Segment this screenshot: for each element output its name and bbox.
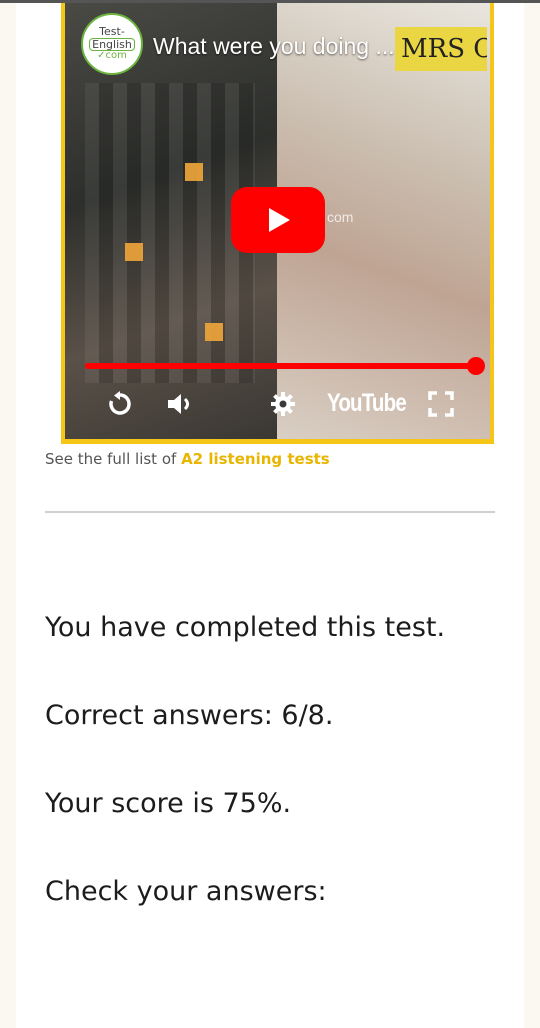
settings-icon — [271, 392, 295, 416]
volume-icon — [168, 394, 189, 414]
fullscreen-icon — [428, 391, 454, 417]
full-list-text: See the full list of A2 listening tests — [45, 450, 330, 468]
video-title[interactable]: What were you doing ... — [153, 33, 395, 60]
check-answers-heading: Check your answers: — [45, 876, 327, 907]
progress-handle[interactable] — [467, 357, 485, 375]
replay-icon — [109, 391, 131, 415]
logo-line-1: Test- — [99, 25, 125, 39]
replay-button[interactable] — [105, 389, 135, 419]
sticky-note — [185, 163, 203, 181]
photo-wall — [85, 83, 255, 383]
youtube-brand-link[interactable]: YouTube — [327, 389, 407, 418]
video-embed[interactable]: Test- English ✓com What were you doing .… — [61, 3, 494, 444]
fullscreen-button[interactable] — [427, 389, 455, 419]
content-card: Test- English ✓com What were you doing .… — [16, 3, 524, 1028]
correct-answers: Correct answers: 6/8. — [45, 700, 334, 731]
volume-button[interactable] — [165, 389, 197, 419]
video-watermark: com — [327, 209, 354, 225]
completion-message: You have completed this test. — [45, 612, 446, 643]
handwritten-overlay: MRS C — [395, 27, 487, 71]
settings-button[interactable] — [269, 389, 297, 419]
sticky-note — [125, 243, 143, 261]
a2-listening-tests-link[interactable]: A2 listening tests — [181, 450, 330, 468]
test-english-logo[interactable]: Test- English ✓com — [81, 13, 143, 75]
sticky-note — [205, 323, 223, 341]
video-frame[interactable]: Test- English ✓com What were you doing .… — [65, 3, 490, 439]
logo-line-3: ✓com — [97, 50, 127, 62]
logo-line-2: English — [89, 37, 135, 52]
play-button[interactable] — [231, 187, 325, 253]
score-text: Your score is 75%. — [45, 788, 292, 819]
full-list-prefix: See the full list of — [45, 450, 182, 468]
play-icon — [269, 208, 290, 232]
section-divider — [45, 511, 495, 513]
progress-bar[interactable] — [85, 363, 481, 369]
